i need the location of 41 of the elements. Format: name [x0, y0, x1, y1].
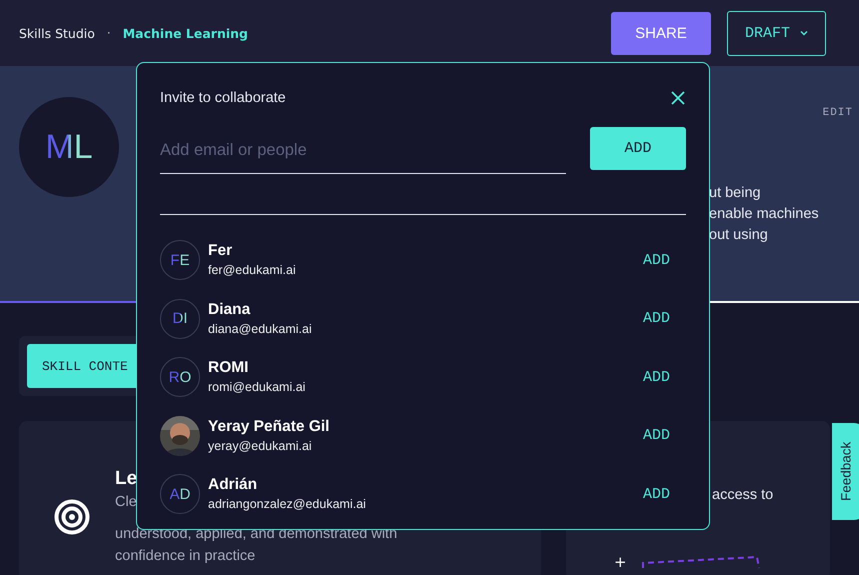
- caret-icon: [800, 30, 808, 36]
- plus-icon[interactable]: +: [614, 555, 627, 569]
- person-email: diana@edukami.ai: [208, 320, 313, 338]
- skill-name[interactable]: Machine Learning: [122, 26, 248, 40]
- person-name: Fer: [208, 241, 234, 262]
- dialog-title: Invite to collaborate: [160, 90, 286, 106]
- app-name[interactable]: Skills Studio: [19, 26, 95, 40]
- card-heading: Le: [115, 467, 138, 491]
- description-text: enable machines: [709, 205, 820, 224]
- card-text: Cle: [115, 493, 137, 512]
- person-name: Diana: [208, 300, 252, 320]
- add-person-button[interactable]: ADD: [642, 310, 670, 328]
- person-name: ROMI: [208, 358, 250, 378]
- draft-dropdown[interactable]: DRAFT: [727, 10, 826, 56]
- person-email: adriangonzalez@edukami.ai: [208, 496, 367, 514]
- person-name: Adrián: [208, 475, 258, 496]
- card-text: confidence in practice: [115, 547, 256, 566]
- add-person-button[interactable]: ADD: [642, 252, 670, 269]
- avatar: AD: [160, 474, 200, 514]
- avatar: FE: [160, 240, 200, 280]
- description-text: out using: [709, 226, 769, 245]
- skill-avatar: ML: [19, 97, 119, 197]
- target-icon: [54, 499, 90, 535]
- avatar: DI: [160, 298, 200, 339]
- card-text: access to: [712, 487, 774, 503]
- description-text: ut being: [709, 184, 762, 203]
- avatar: RO: [160, 357, 200, 398]
- add-button[interactable]: ADD: [590, 127, 686, 170]
- add-person-button[interactable]: ADD: [642, 486, 670, 503]
- feedback-tab[interactable]: Feedback: [832, 423, 859, 520]
- edit-link[interactable]: EDIT: [822, 107, 853, 119]
- person-name: Yeray Peñate Gil: [208, 416, 330, 437]
- close-icon[interactable]: [670, 90, 686, 106]
- person-email: fer@edukami.ai: [208, 262, 297, 280]
- breadcrumb-separator: ·: [106, 26, 111, 40]
- share-button[interactable]: SHARE: [611, 12, 711, 54]
- person-email: romi@edukami.ai: [208, 379, 306, 396]
- person-email: yeray@edukami.ai: [208, 438, 313, 455]
- email-field[interactable]: Add email or people: [160, 127, 566, 174]
- add-person-button[interactable]: ADD: [642, 368, 670, 386]
- add-person-button[interactable]: ADD: [642, 427, 670, 444]
